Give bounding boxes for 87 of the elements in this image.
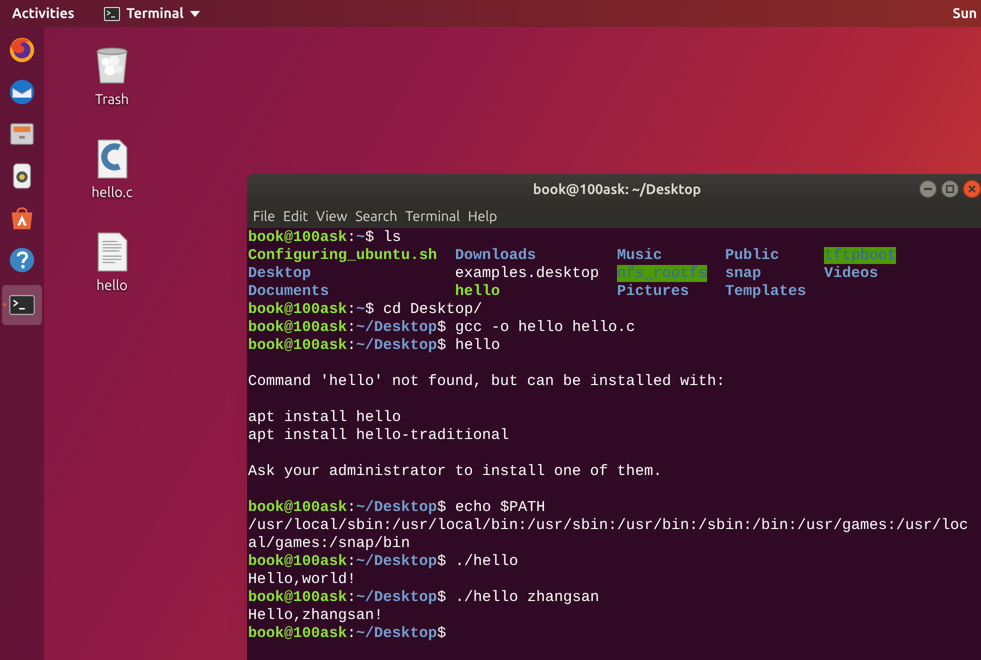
prompt-separator: : xyxy=(347,229,356,247)
output-line: apt install hello-traditional xyxy=(248,427,510,444)
prompt-separator: : xyxy=(347,337,356,355)
prompt-separator: : xyxy=(347,589,356,607)
prompt-user: book@100ask xyxy=(248,229,348,247)
prompt-symbol: $ xyxy=(437,625,446,643)
prompt-path: ~/Desktop xyxy=(356,319,438,337)
minimize-icon xyxy=(924,188,932,190)
output-line: Ask your administrator to install one of them. xyxy=(248,463,662,480)
prompt-user: book@100ask xyxy=(248,337,348,355)
prompt-user: book@100ask xyxy=(248,553,348,571)
listing-entry: examples.desktop xyxy=(455,265,600,282)
close-button[interactable] xyxy=(963,180,981,198)
window-title: book@100ask: ~/Desktop xyxy=(532,180,702,199)
clock[interactable]: Sun xyxy=(952,3,977,24)
menu-item[interactable]: Search xyxy=(351,206,402,227)
output-line: al/games:/snap/bin xyxy=(248,535,410,552)
prompt-separator: : xyxy=(347,319,356,337)
prompt-path: ~ xyxy=(356,229,366,247)
command: gcc -o hello hello.c xyxy=(455,319,636,337)
command: cd Desktop/ xyxy=(383,301,482,319)
prompt-path: ~/Desktop xyxy=(356,553,438,571)
listing-entry: Documents xyxy=(248,283,330,300)
listing-entry: tftpboot xyxy=(824,247,896,264)
dock-item[interactable] xyxy=(2,285,42,325)
caret-icon xyxy=(190,10,200,16)
maximize-button[interactable] xyxy=(941,180,959,198)
prompt-user: book@100ask xyxy=(248,625,348,643)
prompt-symbol: $ xyxy=(437,589,446,607)
prompt-path: ~/Desktop xyxy=(356,499,438,517)
prompt-separator: : xyxy=(347,625,356,643)
prompt-symbol: $ xyxy=(437,499,446,517)
prompt-path: ~/Desktop xyxy=(356,625,438,643)
command: ls xyxy=(383,229,402,247)
menu-item[interactable]: Edit xyxy=(279,206,312,227)
menu-item[interactable]: File xyxy=(249,206,280,227)
listing-entry: nfs_rootfs xyxy=(617,265,708,282)
listing-entry: Configuring_ubuntu.sh xyxy=(248,247,438,264)
output-line: Command 'hello' not found, but can be installed with: xyxy=(248,373,726,390)
minimize-button[interactable] xyxy=(919,180,937,198)
prompt-user: book@100ask xyxy=(248,589,348,607)
icon-label[interactable]: hello.c xyxy=(91,182,133,203)
prompt-user: book@100ask xyxy=(248,499,348,517)
prompt-path: ~/Desktop xyxy=(356,589,438,607)
output-line: Hello,zhangsan! xyxy=(248,607,384,624)
command: ./hello xyxy=(455,553,518,571)
prompt-path: ~ xyxy=(356,301,366,319)
prompt-separator: : xyxy=(347,499,356,517)
output-line: /usr/local/sbin:/usr/local/bin:/usr/sbin:/usr/bin:/sbin:/bin:/usr/games:/usr/loc xyxy=(248,517,968,534)
running-indicator xyxy=(3,303,6,306)
app-menu[interactable]: Terminal xyxy=(104,3,200,24)
icon-label[interactable]: Trash xyxy=(95,89,129,110)
command: echo $PATH xyxy=(455,499,546,517)
output-line: Hello,world! xyxy=(248,571,356,588)
terminal-icon xyxy=(104,6,120,20)
prompt-user: book@100ask xyxy=(248,319,348,337)
prompt-symbol: $ xyxy=(437,337,446,355)
prompt-symbol: $ xyxy=(437,553,446,571)
command: hello xyxy=(455,337,500,355)
prompt-user: book@100ask xyxy=(248,301,348,319)
listing-entry: Public xyxy=(725,247,780,264)
maximize-icon xyxy=(946,185,954,193)
prompt-path: ~/Desktop xyxy=(356,337,438,355)
menu-item[interactable]: View xyxy=(312,206,352,227)
command: ./hello zhangsan xyxy=(455,589,600,607)
listing-entry: snap xyxy=(725,265,762,282)
browser-icon xyxy=(7,35,37,65)
mail-icon xyxy=(7,77,37,107)
prompt-symbol: $ xyxy=(437,319,446,337)
prompt-symbol: $ xyxy=(365,301,374,319)
menu-item[interactable]: Terminal xyxy=(401,206,464,227)
listing-entry: Pictures xyxy=(617,283,690,300)
activities-button[interactable]: Activities xyxy=(12,3,74,24)
icon-label[interactable]: hello xyxy=(96,275,128,296)
listing-entry: Templates xyxy=(725,283,806,300)
close-icon xyxy=(968,185,976,193)
listing-entry: Downloads xyxy=(455,247,536,264)
listing-entry: Music xyxy=(617,247,662,264)
prompt-separator: : xyxy=(347,553,356,571)
help-icon xyxy=(7,245,37,275)
listing-entry: Videos xyxy=(824,265,878,282)
prompt-symbol: $ xyxy=(365,229,374,247)
menu-item[interactable]: Help xyxy=(464,206,502,227)
output-line: apt install hello xyxy=(248,409,402,426)
prompt-separator: : xyxy=(347,301,356,319)
listing-entry: hello xyxy=(455,283,500,300)
listing-entry: Desktop xyxy=(248,265,312,282)
